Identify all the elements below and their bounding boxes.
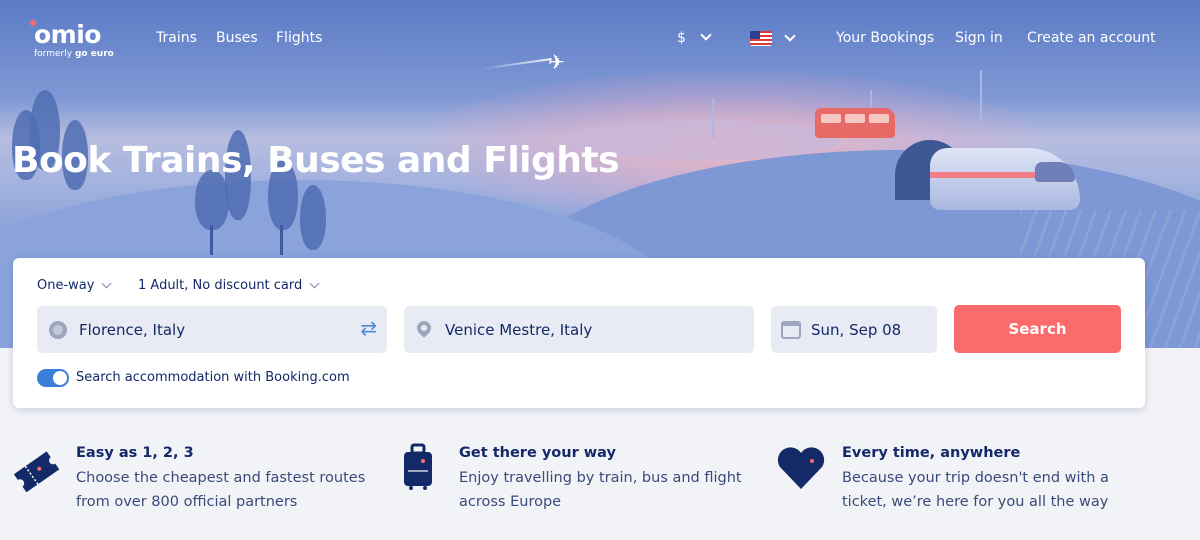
feature-text: Choose the cheapest and fastest routes: [76, 470, 366, 486]
chevron-down-icon: [309, 278, 320, 289]
nav-trains-link[interactable]: Trains: [156, 30, 197, 46]
search-card: One-way 1 Adult, No discount card Floren…: [13, 258, 1145, 408]
tree-trunk: [210, 225, 213, 255]
feature-text: from over 800 official partners: [76, 494, 298, 510]
feature-title: Every time, anywhere: [842, 445, 1021, 461]
swap-arrows-icon[interactable]: ⇄: [360, 318, 377, 338]
currency-symbol: $: [677, 30, 686, 46]
currency-selector[interactable]: $: [677, 29, 713, 46]
nav-flights-link[interactable]: Flights: [276, 30, 322, 46]
passengers-dropdown[interactable]: 1 Adult, No discount card: [138, 278, 320, 293]
origin-field[interactable]: Florence, Italy ⇄: [37, 306, 387, 353]
chevron-down-icon: [700, 29, 713, 41]
tree: [300, 185, 326, 250]
tree-trunk: [280, 225, 283, 255]
heart-icon: [777, 447, 825, 489]
train-stripe: [930, 172, 1040, 178]
date-field[interactable]: Sun, Sep 08: [771, 306, 937, 353]
calendar-icon: [781, 320, 801, 339]
trip-type-dropdown[interactable]: One-way: [37, 278, 112, 293]
chevron-down-icon: [784, 30, 796, 42]
feature-text: across Europe: [459, 494, 562, 510]
tagline-prefix: formerly: [34, 49, 73, 59]
ticket-icon: [13, 451, 60, 493]
accommodation-toggle[interactable]: [37, 369, 69, 387]
sign-in-link[interactable]: Sign in: [955, 30, 1003, 46]
search-button[interactable]: Search: [954, 305, 1121, 353]
logo-dot: [30, 20, 36, 26]
feature-title: Get there your way: [459, 445, 616, 461]
tagline-brand: go euro: [74, 49, 114, 59]
street-pole: [712, 98, 714, 138]
hero-headline: Book Trains, Buses and Flights: [12, 140, 620, 181]
your-bookings-link[interactable]: Your Bookings: [836, 30, 934, 46]
destination-value: Venice Mestre, Italy: [445, 320, 593, 339]
bus-window: [821, 114, 841, 123]
nav-buses-link[interactable]: Buses: [216, 30, 258, 46]
us-flag-icon[interactable]: [750, 31, 772, 46]
feature-text: ticket, we’re here for you all the way: [842, 494, 1109, 510]
flag-canton: [750, 31, 760, 39]
feature-text: Because your trip doesn't end with a: [842, 470, 1109, 486]
logo-tagline: formerly go euro: [34, 49, 114, 59]
omio-logo[interactable]: omio formerly go euro: [30, 20, 114, 59]
accommodation-toggle-label: Search accommodation with Booking.com: [76, 370, 350, 385]
create-account-link[interactable]: Create an account: [1027, 30, 1156, 46]
top-nav: omio formerly go euro Trains Buses Fligh…: [0, 0, 1200, 78]
date-value: Sun, Sep 08: [811, 320, 902, 339]
location-pin-icon: [417, 321, 431, 339]
train-illustration: [930, 140, 1080, 215]
chevron-down-icon: [102, 278, 112, 289]
destination-field[interactable]: Venice Mestre, Italy: [404, 306, 754, 353]
suitcase-icon: [404, 443, 432, 490]
bus-illustration: [815, 108, 895, 138]
origin-value: Florence, Italy: [79, 320, 186, 339]
feature-title: Easy as 1, 2, 3: [76, 445, 194, 461]
bus-window: [869, 114, 889, 123]
language-selector[interactable]: [784, 28, 796, 44]
bus-window: [845, 114, 865, 123]
logo-wordmark: omio: [34, 20, 101, 49]
origin-circle-icon: [49, 320, 67, 339]
train-window: [1035, 162, 1075, 182]
passengers-label: 1 Adult, No discount card: [138, 278, 303, 293]
trip-type-label: One-way: [37, 278, 95, 293]
feature-text: Enjoy travelling by train, bus and fligh…: [459, 470, 742, 486]
